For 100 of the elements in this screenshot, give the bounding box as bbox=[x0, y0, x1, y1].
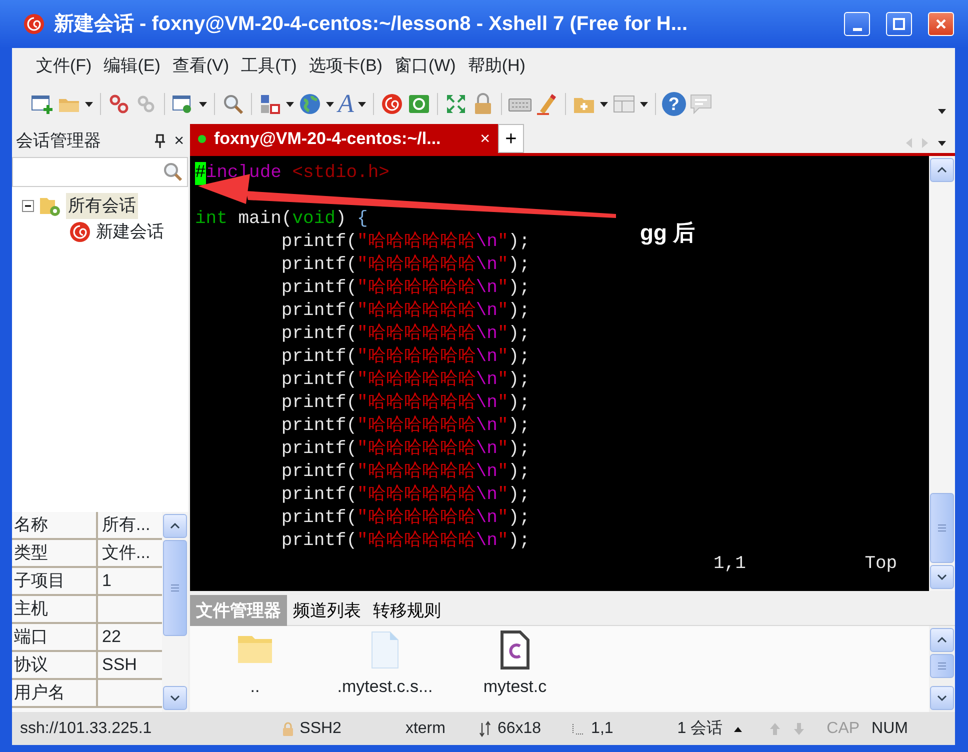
code-line: printf("哈哈哈哈哈哈\n"); bbox=[280, 484, 530, 507]
scroll-position: Top bbox=[864, 553, 898, 576]
grip-icon[interactable] bbox=[938, 524, 946, 532]
code-line: int main(void) { bbox=[195, 208, 368, 231]
close-icon bbox=[934, 17, 948, 31]
file-name[interactable]: mytest.c bbox=[483, 674, 547, 700]
menu-item[interactable]: 文件(F) bbox=[30, 53, 98, 79]
property-value: 22 bbox=[101, 626, 122, 648]
session-icon bbox=[68, 220, 92, 244]
menu-item[interactable]: 窗口(W) bbox=[388, 53, 462, 79]
code-line: #include <stdio.h> bbox=[195, 162, 390, 185]
key-indicator: NUM bbox=[872, 718, 908, 738]
lock-icon bbox=[282, 722, 294, 736]
swirl-icon[interactable] bbox=[380, 92, 404, 116]
new-tab-button[interactable]: + bbox=[498, 124, 524, 153]
panel-title: 会话管理器 bbox=[16, 130, 102, 152]
menu-item[interactable]: 帮助(H) bbox=[462, 53, 532, 79]
scroll-up-icon[interactable] bbox=[170, 523, 180, 529]
property-name: 协议 bbox=[12, 652, 98, 678]
property-name: 名称 bbox=[12, 512, 98, 538]
window-title: 新建会话 - foxny@VM-20-4-centos:~/lesson8 - Xshell 7 (Free for H... bbox=[54, 12, 689, 37]
scrollbar[interactable] bbox=[929, 156, 955, 592]
property-name: 用户名 bbox=[12, 680, 98, 706]
minimize-icon bbox=[852, 28, 862, 31]
property-value: 1 bbox=[101, 570, 112, 592]
minimize-button[interactable] bbox=[844, 12, 870, 36]
close-button[interactable]: × bbox=[174, 128, 184, 154]
menu-item[interactable]: 选项卡(B) bbox=[302, 53, 388, 79]
close-button[interactable] bbox=[928, 12, 954, 36]
protocol-label: SSH2 bbox=[300, 718, 342, 738]
property-name: 主机 bbox=[12, 596, 98, 622]
collapse-icon[interactable] bbox=[22, 200, 34, 212]
menu-item[interactable]: 查看(V) bbox=[166, 53, 236, 79]
code-line: printf("哈哈哈哈哈哈\n"); bbox=[280, 415, 530, 438]
search-icon[interactable] bbox=[221, 92, 245, 116]
panel-tab[interactable]: 转移规则 bbox=[367, 595, 447, 626]
caret-icon[interactable] bbox=[937, 107, 947, 115]
menu-item[interactable]: 工具(T) bbox=[235, 53, 303, 79]
caret-icon[interactable] bbox=[937, 139, 947, 147]
grip-icon[interactable] bbox=[171, 584, 179, 592]
code-line: printf("哈哈哈哈哈哈\n"); bbox=[280, 392, 530, 415]
code-line: printf("哈哈哈哈哈哈\n"); bbox=[280, 300, 530, 323]
terminal-screen[interactable] bbox=[190, 156, 929, 592]
property-value: 所有... bbox=[101, 514, 152, 536]
caret-up-icon[interactable] bbox=[732, 726, 743, 732]
pin-icon[interactable] bbox=[154, 134, 166, 148]
tree-item[interactable]: 所有会话 bbox=[66, 193, 138, 219]
session-count: 1 会话 bbox=[677, 718, 723, 738]
tree-item[interactable]: 新建会话 bbox=[96, 219, 164, 245]
cursor-position: 1,1 bbox=[713, 553, 746, 576]
code-line: printf("哈哈哈哈哈哈\n"); bbox=[280, 507, 530, 530]
scroll-down-icon[interactable] bbox=[937, 695, 947, 701]
caret-icon[interactable] bbox=[598, 100, 609, 108]
property-name: 类型 bbox=[12, 540, 98, 566]
scroll-down-icon[interactable] bbox=[170, 695, 180, 701]
search-field[interactable] bbox=[12, 157, 188, 187]
annotation-text: gg 后 bbox=[640, 219, 695, 247]
maximize-icon bbox=[892, 17, 906, 31]
key-indicator: CAP bbox=[826, 718, 860, 738]
pen-icon[interactable] bbox=[534, 92, 559, 116]
grip-icon[interactable] bbox=[938, 662, 946, 670]
scrollbar[interactable] bbox=[162, 512, 188, 712]
scroll-up-icon[interactable] bbox=[937, 167, 947, 173]
cursor-position: 1,1 bbox=[591, 718, 614, 738]
caret-icon[interactable] bbox=[356, 100, 367, 108]
scroll-down-icon[interactable] bbox=[937, 574, 947, 580]
code-line: printf("哈哈哈哈哈哈\n"); bbox=[280, 530, 530, 553]
globe-icon[interactable] bbox=[298, 92, 322, 116]
terminal-size: 66x18 bbox=[497, 718, 542, 738]
scroll-up-icon[interactable] bbox=[937, 637, 947, 644]
property-name: 端口 bbox=[12, 624, 98, 650]
file-name[interactable]: .. bbox=[250, 674, 260, 700]
font-button[interactable]: A bbox=[338, 91, 354, 117]
session-tab[interactable]: foxny@VM-20-4-centos:~/l... × bbox=[190, 124, 498, 153]
help-button[interactable]: ? bbox=[662, 92, 686, 116]
resize-icon bbox=[479, 720, 492, 736]
caret-icon[interactable] bbox=[198, 100, 208, 108]
connection-address: ssh://101.33.225.1 bbox=[20, 718, 152, 738]
maximize-button[interactable] bbox=[886, 12, 912, 36]
code-line: printf("哈哈哈哈哈哈\n"); bbox=[280, 346, 530, 369]
tab-close-button[interactable]: × bbox=[480, 126, 490, 152]
file-name[interactable]: .mytest.c.s... bbox=[337, 674, 433, 700]
code-line: printf("哈哈哈哈哈哈\n"); bbox=[280, 461, 530, 484]
code-line: printf("哈哈哈哈哈哈\n"); bbox=[280, 438, 530, 461]
caret-icon[interactable] bbox=[638, 100, 649, 108]
caret-icon[interactable] bbox=[285, 100, 295, 108]
terminal-type: xterm bbox=[405, 718, 446, 738]
caret-icon[interactable] bbox=[325, 100, 335, 108]
code-line: printf("哈哈哈哈哈哈\n"); bbox=[280, 254, 530, 277]
code-line: printf("哈哈哈哈哈哈\n"); bbox=[280, 277, 530, 300]
squares-icon[interactable] bbox=[258, 92, 282, 116]
broken-link-icon[interactable] bbox=[107, 92, 131, 116]
code-line: printf("哈哈哈哈哈哈\n"); bbox=[280, 369, 530, 392]
caret-icon[interactable] bbox=[84, 100, 94, 108]
app-logo-icon bbox=[22, 12, 46, 36]
panel-tab[interactable]: 频道列表 bbox=[287, 595, 367, 626]
menu-item[interactable]: 编辑(E) bbox=[98, 53, 166, 79]
tile-icon[interactable] bbox=[406, 92, 431, 116]
scrollbar[interactable] bbox=[929, 626, 955, 712]
code-line: printf("哈哈哈哈哈哈\n"); bbox=[280, 231, 530, 254]
